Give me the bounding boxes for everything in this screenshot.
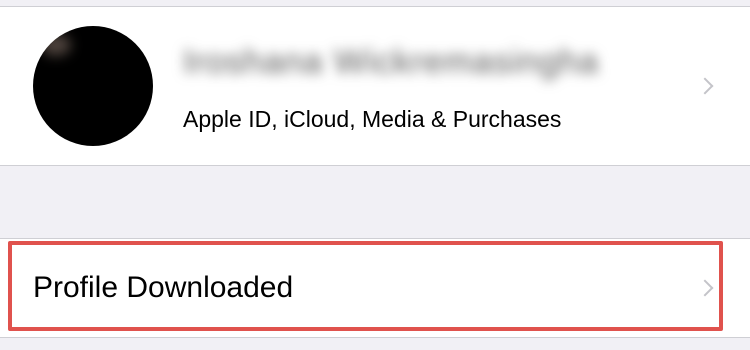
top-strip [0, 0, 750, 7]
section-gap [0, 166, 750, 238]
account-subtitle: Apple ID, iCloud, Media & Purchases [183, 106, 562, 132]
chevron-right-icon [696, 279, 714, 297]
apple-id-account-cell[interactable]: Iroshana Wickremasingha Apple ID, iCloud… [0, 7, 750, 166]
profile-downloaded-label: Profile Downloaded [33, 271, 294, 304]
account-name: Iroshana Wickremasingha [183, 43, 600, 81]
chevron-right-icon [696, 77, 714, 95]
profile-downloaded-cell[interactable]: Profile Downloaded [0, 238, 750, 338]
avatar [33, 26, 153, 146]
